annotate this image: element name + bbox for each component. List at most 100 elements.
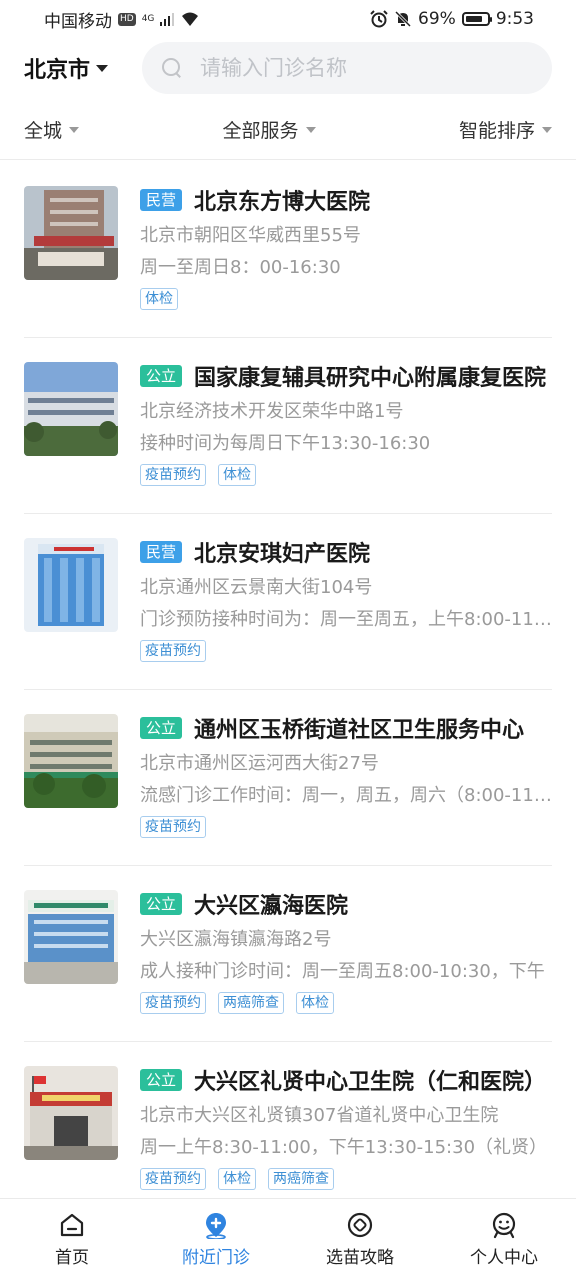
dropdown-arrow-icon xyxy=(541,126,552,133)
battery-icon xyxy=(461,12,492,26)
clinic-info: 公立 大兴区礼贤中心卫生院（仁和医院） 北京市大兴区礼贤镇307省道礼贤中心卫生… xyxy=(140,1064,552,1190)
tab-vaccine-guide[interactable]: 选苗攻略 xyxy=(288,1199,432,1280)
service-tags: 疫苗预约 两癌筛查 体检 xyxy=(140,992,552,1014)
clinic-list-item[interactable]: 民营 北京安琪妇产医院 北京通州区云景南大街104号 门诊预防接种时间为：周一至… xyxy=(24,514,552,690)
hd-badge: HD xyxy=(118,12,136,26)
signal-icon xyxy=(160,13,175,26)
clinic-address: 北京市大兴区礼贤镇307省道礼贤中心卫生院 xyxy=(140,1105,499,1126)
clinic-photo xyxy=(24,186,118,280)
tab-guide-label: 选苗攻略 xyxy=(326,1248,394,1268)
ownership-badge: 公立 xyxy=(140,365,183,387)
clinic-list: 民营 北京东方博大医院 北京市朝阳区华威西里55号 周一至周日8：00-16:3… xyxy=(0,162,576,1218)
service-tag: 疫苗预约 xyxy=(140,464,206,486)
service-tags: 疫苗预约 xyxy=(140,816,552,838)
clinic-info: 民营 北京安琪妇产医院 北京通州区云景南大街104号 门诊预防接种时间为：周一至… xyxy=(140,536,552,662)
service-tag: 体检 xyxy=(218,1168,256,1190)
clinic-hours: 流感门诊工作时间：周一，周五，周六（8:00-11:30） xyxy=(140,785,552,806)
search-input[interactable] xyxy=(200,56,500,80)
clinic-info: 公立 大兴区瀛海医院 大兴区瀛海镇瀛海路2号 成人接种门诊时间：周一至周五8:0… xyxy=(140,888,552,1014)
clinic-title-row: 民营 北京安琪妇产医院 xyxy=(140,536,552,568)
clinic-name: 国家康复辅具研究中心附属康复医院 xyxy=(194,366,547,391)
filter-sort[interactable]: 智能排序 xyxy=(459,116,552,143)
tab-profile[interactable]: 个人中心 xyxy=(432,1199,576,1280)
network-type: 4G xyxy=(141,14,155,24)
clinic-photo xyxy=(24,362,118,456)
clinic-title-row: 公立 通州区玉桥街道社区卫生服务中心 xyxy=(140,712,552,744)
filter-area[interactable]: 全城 xyxy=(24,116,80,143)
clinic-address: 北京市通州区运河西大街27号 xyxy=(140,753,379,774)
ownership-badge: 民营 xyxy=(140,189,183,211)
filter-area-label: 全城 xyxy=(24,120,63,142)
clinic-hours: 周一上午8:30-11:00，下午13:30-15:30（礼贤） xyxy=(140,1137,548,1158)
clinic-title-row: 公立 大兴区瀛海医院 xyxy=(140,888,552,920)
clinic-list-item[interactable]: 民营 北京东方博大医院 北京市朝阳区华威西里55号 周一至周日8：00-16:3… xyxy=(24,162,552,338)
battery-percent: 69% xyxy=(418,9,456,29)
clinic-name: 通州区玉桥街道社区卫生服务中心 xyxy=(194,718,525,743)
profile-icon xyxy=(492,1212,516,1239)
clinic-address: 北京经济技术开发区荣华中路1号 xyxy=(140,401,404,422)
service-tags: 疫苗预约 体检 两癌筛查 xyxy=(140,1168,552,1190)
ownership-badge: 公立 xyxy=(140,717,183,739)
guide-icon xyxy=(347,1212,373,1238)
clinic-name: 大兴区瀛海医院 xyxy=(194,894,349,919)
service-tag: 两癌筛查 xyxy=(268,1168,334,1190)
wifi-icon xyxy=(182,12,199,26)
status-bar: 中国移动 HD 4G 69% 9:53 xyxy=(0,0,576,38)
clinic-name: 北京东方博大医院 xyxy=(194,190,371,215)
clinic-hours: 成人接种门诊时间：周一至周五8:00-10:30，下午 xyxy=(140,961,545,982)
clinic-address: 北京市朝阳区华威西里55号 xyxy=(140,225,361,246)
ownership-badge: 民营 xyxy=(140,541,183,563)
clinic-address: 大兴区瀛海镇瀛海路2号 xyxy=(140,929,332,950)
clock-time: 9:53 xyxy=(495,9,534,29)
clinic-photo xyxy=(24,890,118,984)
clinic-title-row: 民营 北京东方博大医院 xyxy=(140,184,552,216)
tab-nearby-label: 附近门诊 xyxy=(182,1248,250,1268)
dropdown-arrow-icon xyxy=(69,126,80,133)
tab-profile-label: 个人中心 xyxy=(470,1248,538,1268)
filter-bar: 全城 全部服务 智能排序 xyxy=(0,100,576,160)
carrier-name: 中国移动 xyxy=(44,11,112,32)
status-right: 69% 9:53 xyxy=(370,9,534,29)
filter-service[interactable]: 全部服务 xyxy=(222,116,316,143)
clinic-title-row: 公立 国家康复辅具研究中心附属康复医院 xyxy=(140,360,552,392)
search-box[interactable] xyxy=(142,42,552,94)
clinic-info: 公立 通州区玉桥街道社区卫生服务中心 北京市通州区运河西大街27号 流感门诊工作… xyxy=(140,712,552,838)
status-left: 中国移动 HD 4G xyxy=(44,7,200,32)
service-tag: 两癌筛查 xyxy=(218,992,284,1014)
filter-service-label: 全部服务 xyxy=(222,120,299,142)
service-tag: 体检 xyxy=(140,288,178,310)
service-tag: 体检 xyxy=(218,464,256,486)
clinic-list-item[interactable]: 公立 大兴区瀛海医院 大兴区瀛海镇瀛海路2号 成人接种门诊时间：周一至周五8:0… xyxy=(24,866,552,1042)
clinic-info: 公立 国家康复辅具研究中心附属康复医院 北京经济技术开发区荣华中路1号 接种时间… xyxy=(140,360,552,486)
clinic-list-item[interactable]: 公立 国家康复辅具研究中心附属康复医院 北京经济技术开发区荣华中路1号 接种时间… xyxy=(24,338,552,514)
clinic-name: 北京安琪妇产医院 xyxy=(194,542,371,567)
clinic-photo xyxy=(24,1066,118,1160)
bottom-tab-bar: 首页 附近门诊 选苗攻略 个人中心 xyxy=(0,1198,576,1280)
home-icon xyxy=(60,1213,84,1237)
header: 北京市 xyxy=(0,40,576,96)
clinic-photo xyxy=(24,538,118,632)
tab-home[interactable]: 首页 xyxy=(0,1199,144,1280)
mute-icon xyxy=(394,10,412,28)
search-icon xyxy=(162,58,182,78)
location-plus-icon xyxy=(206,1213,226,1239)
clinic-name: 大兴区礼贤中心卫生院（仁和医院） xyxy=(194,1070,547,1095)
service-tag: 疫苗预约 xyxy=(140,816,206,838)
clinic-list-item[interactable]: 公立 通州区玉桥街道社区卫生服务中心 北京市通州区运河西大街27号 流感门诊工作… xyxy=(24,690,552,866)
clinic-hours: 门诊预防接种时间为：周一至周五，上午8:00-11:30 xyxy=(140,609,552,630)
clinic-hours: 周一至周日8：00-16:30 xyxy=(140,257,341,278)
tab-nearby-clinics[interactable]: 附近门诊 xyxy=(144,1199,288,1280)
service-tag: 体检 xyxy=(296,992,334,1014)
city-selector[interactable]: 北京市 xyxy=(24,52,142,84)
clinic-info: 民营 北京东方博大医院 北京市朝阳区华威西里55号 周一至周日8：00-16:3… xyxy=(140,184,552,310)
service-tags: 体检 xyxy=(140,288,552,310)
alarm-icon xyxy=(370,10,388,28)
service-tag: 疫苗预约 xyxy=(140,1168,206,1190)
chevron-down-icon xyxy=(96,64,109,72)
service-tags: 疫苗预约 xyxy=(140,640,552,662)
clinic-hours: 接种时间为每周日下午13:30-16:30 xyxy=(140,433,431,454)
clinic-list-item[interactable]: 公立 大兴区礼贤中心卫生院（仁和医院） 北京市大兴区礼贤镇307省道礼贤中心卫生… xyxy=(24,1042,552,1218)
dropdown-arrow-icon xyxy=(305,126,316,133)
ownership-badge: 公立 xyxy=(140,1069,183,1091)
clinic-photo xyxy=(24,714,118,808)
